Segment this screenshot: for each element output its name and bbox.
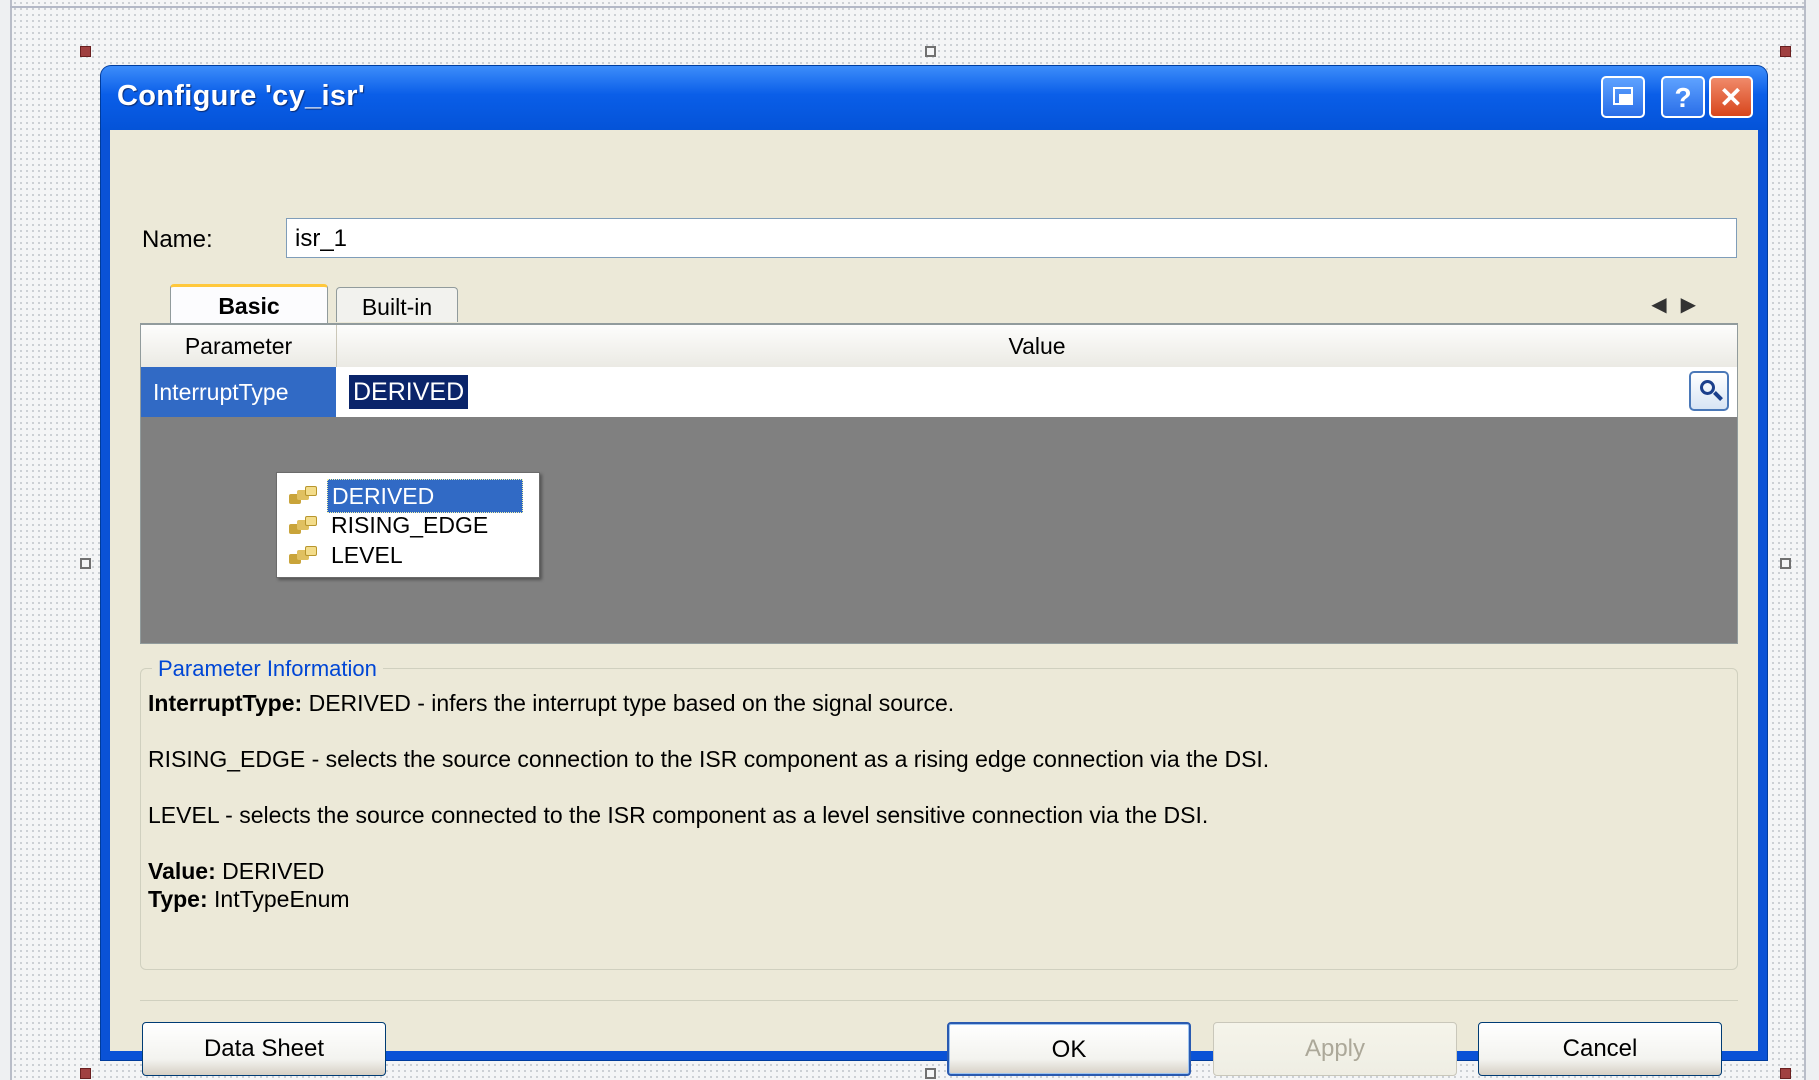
selection-handle-bottom-left[interactable] xyxy=(80,1068,91,1079)
tab-strip: Basic Built-in ◀▶ xyxy=(140,284,1740,324)
selection-handle-middle-left[interactable] xyxy=(80,558,91,569)
window-inner-icon xyxy=(1619,94,1631,103)
apply-button[interactable]: Apply xyxy=(1213,1022,1457,1076)
info-value: DERIVED xyxy=(215,858,325,884)
selection-handle-middle-right[interactable] xyxy=(1780,558,1791,569)
column-header-value[interactable]: Value xyxy=(337,325,1737,367)
dialog-body: Name: isr_1 Basic Built-in ◀▶ Parameter … xyxy=(110,130,1758,1076)
enum-value-icon xyxy=(287,516,321,536)
option-label: LEVEL xyxy=(331,542,403,568)
selection-handle-bottom-center[interactable] xyxy=(925,1068,936,1079)
dialog-title: Configure 'cy_isr' xyxy=(117,80,366,112)
value-dropdown-list[interactable]: DERIVED RISING_EDGE LEVEL xyxy=(276,472,540,578)
info-value-label: Value: xyxy=(148,858,216,884)
info-param-name: InterruptType: xyxy=(148,690,303,716)
tab-scroll-arrows[interactable]: ◀▶ xyxy=(1651,292,1710,317)
value-cell-editor[interactable]: DERIVED xyxy=(349,375,469,409)
grid-row-interrupttype[interactable]: InterruptType DERIVED xyxy=(141,367,1737,417)
info-level-line: LEVEL - selects the source connected to … xyxy=(148,802,1209,828)
close-button[interactable]: ✕ xyxy=(1709,76,1753,118)
name-label: Name: xyxy=(142,226,213,253)
option-label: DERIVED xyxy=(327,479,523,513)
data-sheet-button[interactable]: Data Sheet xyxy=(142,1022,386,1076)
selection-handle-top-center[interactable] xyxy=(925,46,936,57)
info-type-label: Type: xyxy=(148,886,208,912)
selection-handle-top-left[interactable] xyxy=(80,46,91,57)
close-icon: ✕ xyxy=(1719,82,1743,113)
selection-handle-bottom-right[interactable] xyxy=(1780,1068,1791,1079)
parameter-cell[interactable]: InterruptType xyxy=(141,367,336,417)
help-button[interactable]: ? xyxy=(1661,76,1705,118)
enum-value-icon xyxy=(287,486,321,506)
magnifier-handle xyxy=(1713,391,1723,401)
info-rising-edge-line: RISING_EDGE - selects the source connect… xyxy=(148,746,1270,772)
button-separator xyxy=(140,1000,1738,1001)
grid-header: Parameter Value xyxy=(141,325,1737,368)
ok-button[interactable]: OK xyxy=(947,1022,1191,1076)
scroll-right-icon[interactable]: ▶ xyxy=(1681,294,1710,316)
info-derived-desc: DERIVED - infers the interrupt type base… xyxy=(302,690,955,716)
dropdown-option-level[interactable]: LEVEL xyxy=(287,539,533,571)
scroll-left-icon[interactable]: ◀ xyxy=(1651,294,1680,316)
restore-window-button[interactable] xyxy=(1601,76,1645,118)
tab-built-in[interactable]: Built-in xyxy=(336,287,458,322)
info-interrupttype-line: InterruptType: DERIVED - infers the inte… xyxy=(148,690,954,717)
configure-dialog: Configure 'cy_isr' ? ✕ Name: isr_1 Basic… xyxy=(101,66,1767,1076)
info-type-line: Type: IntTypeEnum xyxy=(148,886,350,913)
browse-value-button[interactable] xyxy=(1689,371,1729,411)
tab-basic[interactable]: Basic xyxy=(170,284,328,324)
column-header-parameter[interactable]: Parameter xyxy=(141,325,337,367)
help-icon: ? xyxy=(1674,82,1692,113)
enum-value-icon xyxy=(287,546,321,566)
name-input[interactable]: isr_1 xyxy=(286,218,1737,258)
parameter-information-legend: Parameter Information xyxy=(152,656,383,682)
info-type: IntTypeEnum xyxy=(207,886,350,912)
dropdown-option-derived[interactable]: DERIVED xyxy=(287,479,533,513)
info-value-line: Value: DERIVED xyxy=(148,858,324,885)
canvas-frame-top xyxy=(10,6,1806,8)
selection-handle-top-right[interactable] xyxy=(1780,46,1791,57)
title-bar[interactable]: Configure 'cy_isr' ? ✕ xyxy=(101,66,1767,130)
option-label: RISING_EDGE xyxy=(331,512,489,538)
cancel-button[interactable]: Cancel xyxy=(1478,1022,1722,1076)
dropdown-option-rising-edge[interactable]: RISING_EDGE xyxy=(287,509,533,541)
